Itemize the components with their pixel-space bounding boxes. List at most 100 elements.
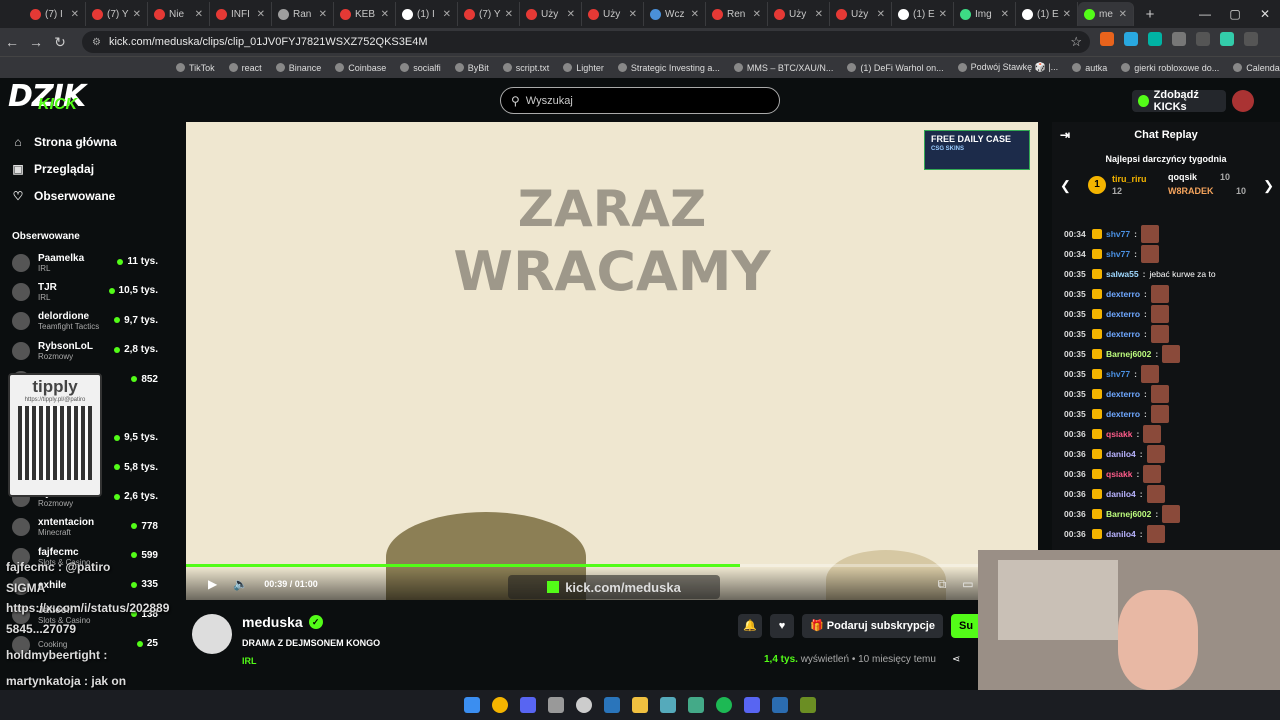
start-icon[interactable] <box>464 697 480 713</box>
volume-icon[interactable]: 🔈 <box>233 577 248 591</box>
bell-icon[interactable]: 🔔 <box>738 614 762 638</box>
bookmark-item[interactable]: socialfi <box>400 63 441 73</box>
bookmark-item[interactable]: autka <box>1072 63 1107 73</box>
close-tab-icon[interactable]: ✕ <box>319 9 327 20</box>
app-icon[interactable] <box>772 697 788 713</box>
dzik-logo[interactable]: DZIK KICK <box>8 78 174 114</box>
app-icon[interactable] <box>548 697 564 713</box>
browser-tab[interactable]: Nie ✕ <box>148 2 210 26</box>
nav-browse[interactable]: ▣ Przeglądaj <box>0 155 172 182</box>
prev-arrow-icon[interactable]: ❮ <box>1060 178 1071 194</box>
browser-tab[interactable]: Uży ✕ <box>830 2 892 26</box>
bookmark-item[interactable]: TikTok <box>176 63 215 73</box>
following-item[interactable]: Paamelka IRL 11 tys. <box>0 248 172 277</box>
reload-button[interactable]: ↻ <box>48 34 72 51</box>
close-tab-icon[interactable]: ✕ <box>815 9 823 20</box>
app-icon[interactable] <box>576 697 592 713</box>
bookmark-item[interactable]: Coinbase <box>335 63 386 73</box>
menu-icon[interactable] <box>1244 32 1258 46</box>
following-item[interactable]: TJR IRL 10,5 tys. <box>0 277 172 306</box>
close-window-button[interactable]: ✕ <box>1250 0 1280 28</box>
app-icon[interactable] <box>688 697 704 713</box>
close-tab-icon[interactable]: ✕ <box>939 9 947 20</box>
following-item[interactable]: RybsonLoL Rozmowy 2,8 tys. <box>0 336 172 365</box>
close-tab-icon[interactable]: ✕ <box>195 9 203 20</box>
close-tab-icon[interactable]: ✕ <box>629 9 637 20</box>
video-player[interactable]: ZARAZ WRACAMY FREE DAILY CASE CSG SKINS … <box>186 122 1038 600</box>
collapse-chat-icon[interactable]: ⇥ <box>1060 128 1070 142</box>
tab-active[interactable]: me ✕ <box>1078 2 1134 26</box>
close-tab-icon[interactable]: ✕ <box>753 9 761 20</box>
app-icon[interactable] <box>660 697 676 713</box>
reading-list-icon[interactable] <box>1196 32 1210 46</box>
browser-tab[interactable]: Wcz ✕ <box>644 2 706 26</box>
browser-tab[interactable]: (7) Y ✕ <box>86 2 148 26</box>
bookmark-item[interactable]: Podwój Stawkę 🎲 |... <box>957 62 1058 73</box>
browser-tab[interactable]: (7) Y ✕ <box>458 2 520 26</box>
close-tab-icon[interactable]: ✕ <box>1063 9 1071 20</box>
profile-avatar[interactable] <box>1220 32 1234 46</box>
bookmark-item[interactable]: ByBit <box>454 63 489 73</box>
bookmark-item[interactable]: MMS – BTC/XAU/N... <box>733 63 833 73</box>
browser-tab[interactable]: (1) I ✕ <box>396 2 458 26</box>
channel-avatar[interactable] <box>192 614 232 654</box>
get-kicks-button[interactable]: Zdobądź KICKs <box>1132 89 1226 113</box>
browser-tab[interactable]: (1) E ✕ <box>892 2 954 26</box>
spotify-icon[interactable] <box>716 697 732 713</box>
extension-icon[interactable] <box>1148 32 1162 46</box>
browser-tab[interactable]: (7) I ✕ <box>24 2 86 26</box>
nav-following[interactable]: ♡ Obserwowane <box>0 182 172 209</box>
following-item[interactable]: delordione Teamfight Tactics 9,7 tys. <box>0 307 172 336</box>
pip-icon[interactable]: ▭ <box>962 577 973 592</box>
bookmark-item[interactable]: gierki robloxowe do... <box>1121 63 1219 73</box>
nav-home[interactable]: ⌂ Strona główna <box>0 128 172 155</box>
bookmark-item[interactable]: Binance <box>275 63 321 73</box>
maximize-button[interactable]: ▢ <box>1220 0 1250 28</box>
search-input[interactable]: ⚲ Wyszukaj <box>500 87 780 114</box>
chrome-icon[interactable] <box>492 697 508 713</box>
following-item[interactable]: xntentacion Minecraft 778 <box>0 513 172 542</box>
extension-icon[interactable] <box>1124 32 1138 46</box>
gift-sub-button[interactable]: 🎁 Podaruj subskrypcje <box>802 614 943 638</box>
close-tab-icon[interactable]: ✕ <box>691 9 699 20</box>
extension-icon[interactable] <box>1100 32 1114 46</box>
back-button[interactable]: ← <box>0 34 24 50</box>
promo-banner[interactable]: FREE DAILY CASE CSG SKINS <box>924 130 1030 170</box>
browser-tab[interactable]: (1) E ✕ <box>1016 2 1078 26</box>
user-avatar[interactable] <box>1232 90 1254 112</box>
next-arrow-icon[interactable]: ❯ <box>1263 178 1274 194</box>
close-tab-icon[interactable]: ✕ <box>71 9 79 20</box>
file-explorer-icon[interactable] <box>632 697 648 713</box>
browser-tab[interactable]: INFI ✕ <box>210 2 272 26</box>
bookmark-item[interactable]: Lighter <box>563 63 604 73</box>
bookmark-star-icon[interactable]: ☆ <box>1070 34 1082 50</box>
close-tab-icon[interactable]: ✕ <box>443 9 451 20</box>
close-tab-icon[interactable]: ✕ <box>877 9 885 20</box>
address-bar[interactable]: ⚙ kick.com/meduska/clips/clip_01JV0FYJ78… <box>82 31 1090 53</box>
close-tab-icon[interactable]: ✕ <box>381 9 389 20</box>
site-info-icon[interactable]: ⚙ <box>92 37 101 48</box>
close-tab-icon[interactable]: ✕ <box>1119 9 1127 20</box>
browser-tab[interactable]: Ran ✕ <box>272 2 334 26</box>
play-icon[interactable]: ▶ <box>208 577 217 591</box>
bookmark-item[interactable]: script.txt <box>502 63 549 73</box>
bookmark-item[interactable]: Calendar | Forex Fac... <box>1233 63 1280 73</box>
heart-button[interactable]: ♥ <box>770 614 794 638</box>
close-tab-icon[interactable]: ✕ <box>133 9 141 20</box>
browser-tab[interactable]: Uży ✕ <box>520 2 582 26</box>
close-tab-icon[interactable]: ✕ <box>1001 9 1009 20</box>
bookmark-item[interactable]: (1) DeFi Warhol on... <box>847 63 944 73</box>
extensions-puzzle-icon[interactable] <box>1172 32 1186 46</box>
bookmark-item[interactable]: react <box>228 63 262 73</box>
channel-name[interactable]: meduska ✓ <box>242 614 323 630</box>
app-icon[interactable] <box>744 697 760 713</box>
close-tab-icon[interactable]: ✕ <box>567 9 575 20</box>
new-tab-button[interactable]: + <box>1140 6 1160 23</box>
share-icon[interactable]: ⋖ <box>952 654 960 665</box>
browser-tab[interactable]: Uży ✕ <box>768 2 830 26</box>
app-icon[interactable] <box>800 697 816 713</box>
close-tab-icon[interactable]: ✕ <box>505 9 513 20</box>
category-link[interactable]: IRL <box>242 656 257 666</box>
browser-tab[interactable]: Ren ✕ <box>706 2 768 26</box>
app-icon[interactable] <box>604 697 620 713</box>
